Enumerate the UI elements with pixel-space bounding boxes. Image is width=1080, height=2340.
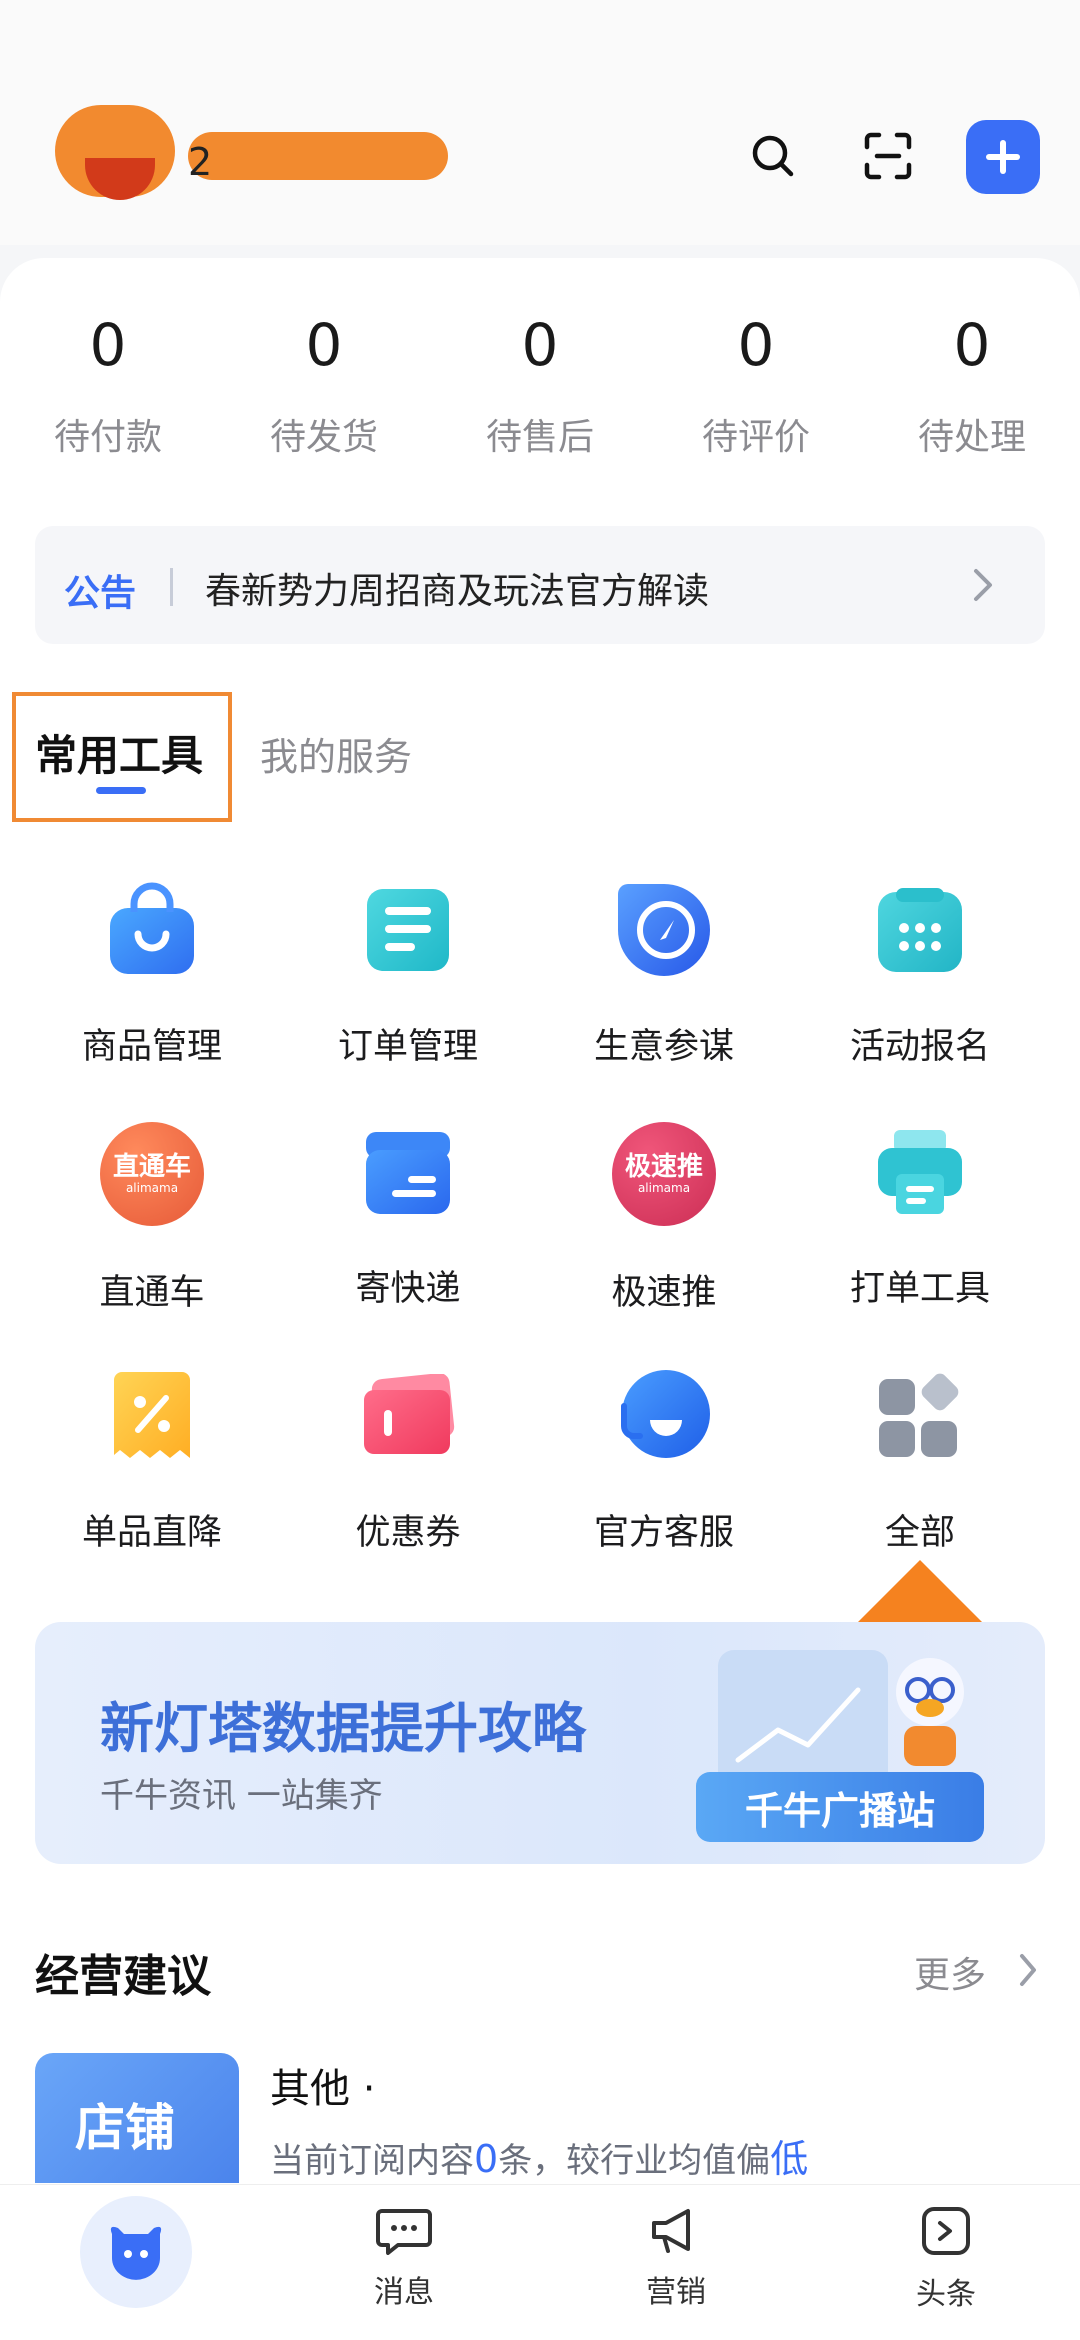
home-cow-icon xyxy=(110,2226,162,2280)
desc-mid: 条，较行业均值偏 xyxy=(498,2141,771,2181)
nav-label: 头条 xyxy=(916,2277,976,2312)
ztc-icon: 直通车 alimama xyxy=(100,1122,204,1226)
tool-label: 全部 xyxy=(884,1513,955,1553)
nav-label: 消息 xyxy=(374,2275,434,2310)
desc-count: 0 xyxy=(474,2137,499,2181)
tool-label: 生意参谋 xyxy=(593,1027,734,1067)
tool-label: 打单工具 xyxy=(849,1269,990,1309)
apps-icon xyxy=(870,1366,970,1466)
megaphone-icon xyxy=(652,2209,690,2253)
tool-label: 官方客服 xyxy=(593,1513,734,1553)
notice-tag: 公告 xyxy=(64,573,137,614)
discount-icon xyxy=(102,1366,202,1466)
shopping-bag-icon xyxy=(102,880,202,980)
desc-level: 低 xyxy=(770,2137,809,2181)
tool-ztc[interactable]: 直通车 alimama 直通车 xyxy=(24,1122,280,1315)
jst-icon: 极速推 alimama xyxy=(612,1122,716,1226)
order-list-icon xyxy=(358,880,458,980)
section-title: 经营建议 xyxy=(35,1951,211,2002)
nav-home[interactable] xyxy=(80,2196,192,2308)
banner-pill[interactable]: 千牛广播站 xyxy=(696,1772,984,1842)
ztc-badge-text: 直通车 xyxy=(112,1152,191,1182)
shop-name[interactable]: 2 xyxy=(188,140,212,184)
tool-label: 单品直降 xyxy=(81,1513,222,1553)
chevron-right-icon[interactable] xyxy=(1014,1950,1042,1994)
tab-my-services[interactable]: 我的服务 xyxy=(260,726,412,781)
tool-all[interactable]: 全部 xyxy=(792,1366,1048,1555)
nav-headlines[interactable]: 头条 xyxy=(866,2205,1026,2313)
shop-name-redacted xyxy=(188,132,448,180)
message-icon xyxy=(376,2209,432,2255)
stat-value: 0 xyxy=(89,311,127,379)
tab-common-tools[interactable]: 常用工具 xyxy=(35,722,203,783)
stat-value: 0 xyxy=(521,311,559,379)
jst-badge-text: 极速推 xyxy=(624,1152,703,1182)
tool-coupon[interactable]: 优惠券 xyxy=(280,1366,536,1555)
compass-icon xyxy=(614,880,714,980)
tab-active-indicator xyxy=(96,787,146,794)
suggestion-title[interactable]: 其他 · xyxy=(270,2056,375,2114)
stat-pending-handle[interactable]: 0 待处理 xyxy=(864,310,1080,460)
headset-icon xyxy=(614,1366,714,1466)
tool-business-advisor[interactable]: 生意参谋 xyxy=(536,880,792,1069)
tool-label: 直通车 xyxy=(99,1273,205,1313)
nav-messages[interactable]: 消息 xyxy=(324,2205,484,2311)
tool-jst[interactable]: 极速推 alimama 极速推 xyxy=(536,1122,792,1315)
calendar-icon xyxy=(870,880,970,980)
nav-marketing[interactable]: 营销 xyxy=(596,2205,756,2311)
nav-label: 营销 xyxy=(646,2275,706,2310)
banner-subtitle: 千牛资讯 一站集齐 xyxy=(100,1776,383,1816)
tool-official-service[interactable]: 官方客服 xyxy=(536,1366,792,1555)
stat-pending-review[interactable]: 0 待评价 xyxy=(648,310,864,460)
stat-pending-shipment[interactable]: 0 待发货 xyxy=(216,310,432,460)
tool-label: 商品管理 xyxy=(81,1027,222,1067)
add-button[interactable] xyxy=(966,120,1040,194)
jst-badge-sub: alimama xyxy=(637,1181,691,1195)
stat-label: 待发货 xyxy=(269,417,378,458)
tool-label: 寄快递 xyxy=(355,1269,461,1309)
stat-pending-payment[interactable]: 0 待付款 xyxy=(0,310,216,460)
stat-value: 0 xyxy=(737,311,775,379)
tool-print-order[interactable]: 打单工具 xyxy=(792,1122,1048,1311)
more-link[interactable]: 更多 xyxy=(914,1946,986,1998)
search-icon[interactable] xyxy=(742,125,804,187)
news-icon xyxy=(922,2207,970,2255)
tool-label: 订单管理 xyxy=(337,1027,478,1067)
banner-pill-text: 千牛广播站 xyxy=(744,1788,935,1833)
tool-activity-signup[interactable]: 活动报名 xyxy=(792,880,1048,1069)
stat-label: 待评价 xyxy=(701,417,810,458)
scan-icon[interactable] xyxy=(857,125,919,187)
coupon-icon xyxy=(358,1366,458,1466)
tool-label: 极速推 xyxy=(611,1273,717,1313)
tool-label: 活动报名 xyxy=(849,1027,990,1067)
plus-icon xyxy=(986,140,1020,174)
stat-value: 0 xyxy=(953,311,991,379)
ztc-badge-sub: alimama xyxy=(125,1181,179,1195)
thumbnail-text: 店铺 xyxy=(75,2099,175,2157)
banner-title: 新灯塔数据提升攻略 xyxy=(100,1697,586,1760)
box-icon xyxy=(358,1122,458,1222)
printer-icon xyxy=(870,1122,970,1222)
chart-screen-illustration xyxy=(718,1650,888,1790)
stat-label: 待付款 xyxy=(53,417,162,458)
tool-price-drop[interactable]: 单品直降 xyxy=(24,1366,280,1555)
notice-text[interactable]: 春新势力周招商及玩法官方解读 xyxy=(205,562,709,614)
stat-after-sales[interactable]: 0 待售后 xyxy=(432,310,648,460)
tool-label: 优惠券 xyxy=(355,1513,461,1553)
tool-product-management[interactable]: 商品管理 xyxy=(24,880,280,1069)
mascot-illustration xyxy=(880,1650,980,1770)
suggestion-desc: 当前订阅内容0条，较行业均值偏低 xyxy=(270,2128,808,2183)
tool-express-delivery[interactable]: 寄快递 xyxy=(280,1122,536,1311)
stat-label: 待售后 xyxy=(485,417,594,458)
notice-divider xyxy=(170,568,173,606)
stat-value: 0 xyxy=(305,311,343,379)
chevron-right-icon xyxy=(968,565,998,609)
tool-order-management[interactable]: 订单管理 xyxy=(280,880,536,1069)
stat-label: 待处理 xyxy=(917,417,1026,458)
desc-prefix: 当前订阅内容 xyxy=(270,2141,474,2181)
